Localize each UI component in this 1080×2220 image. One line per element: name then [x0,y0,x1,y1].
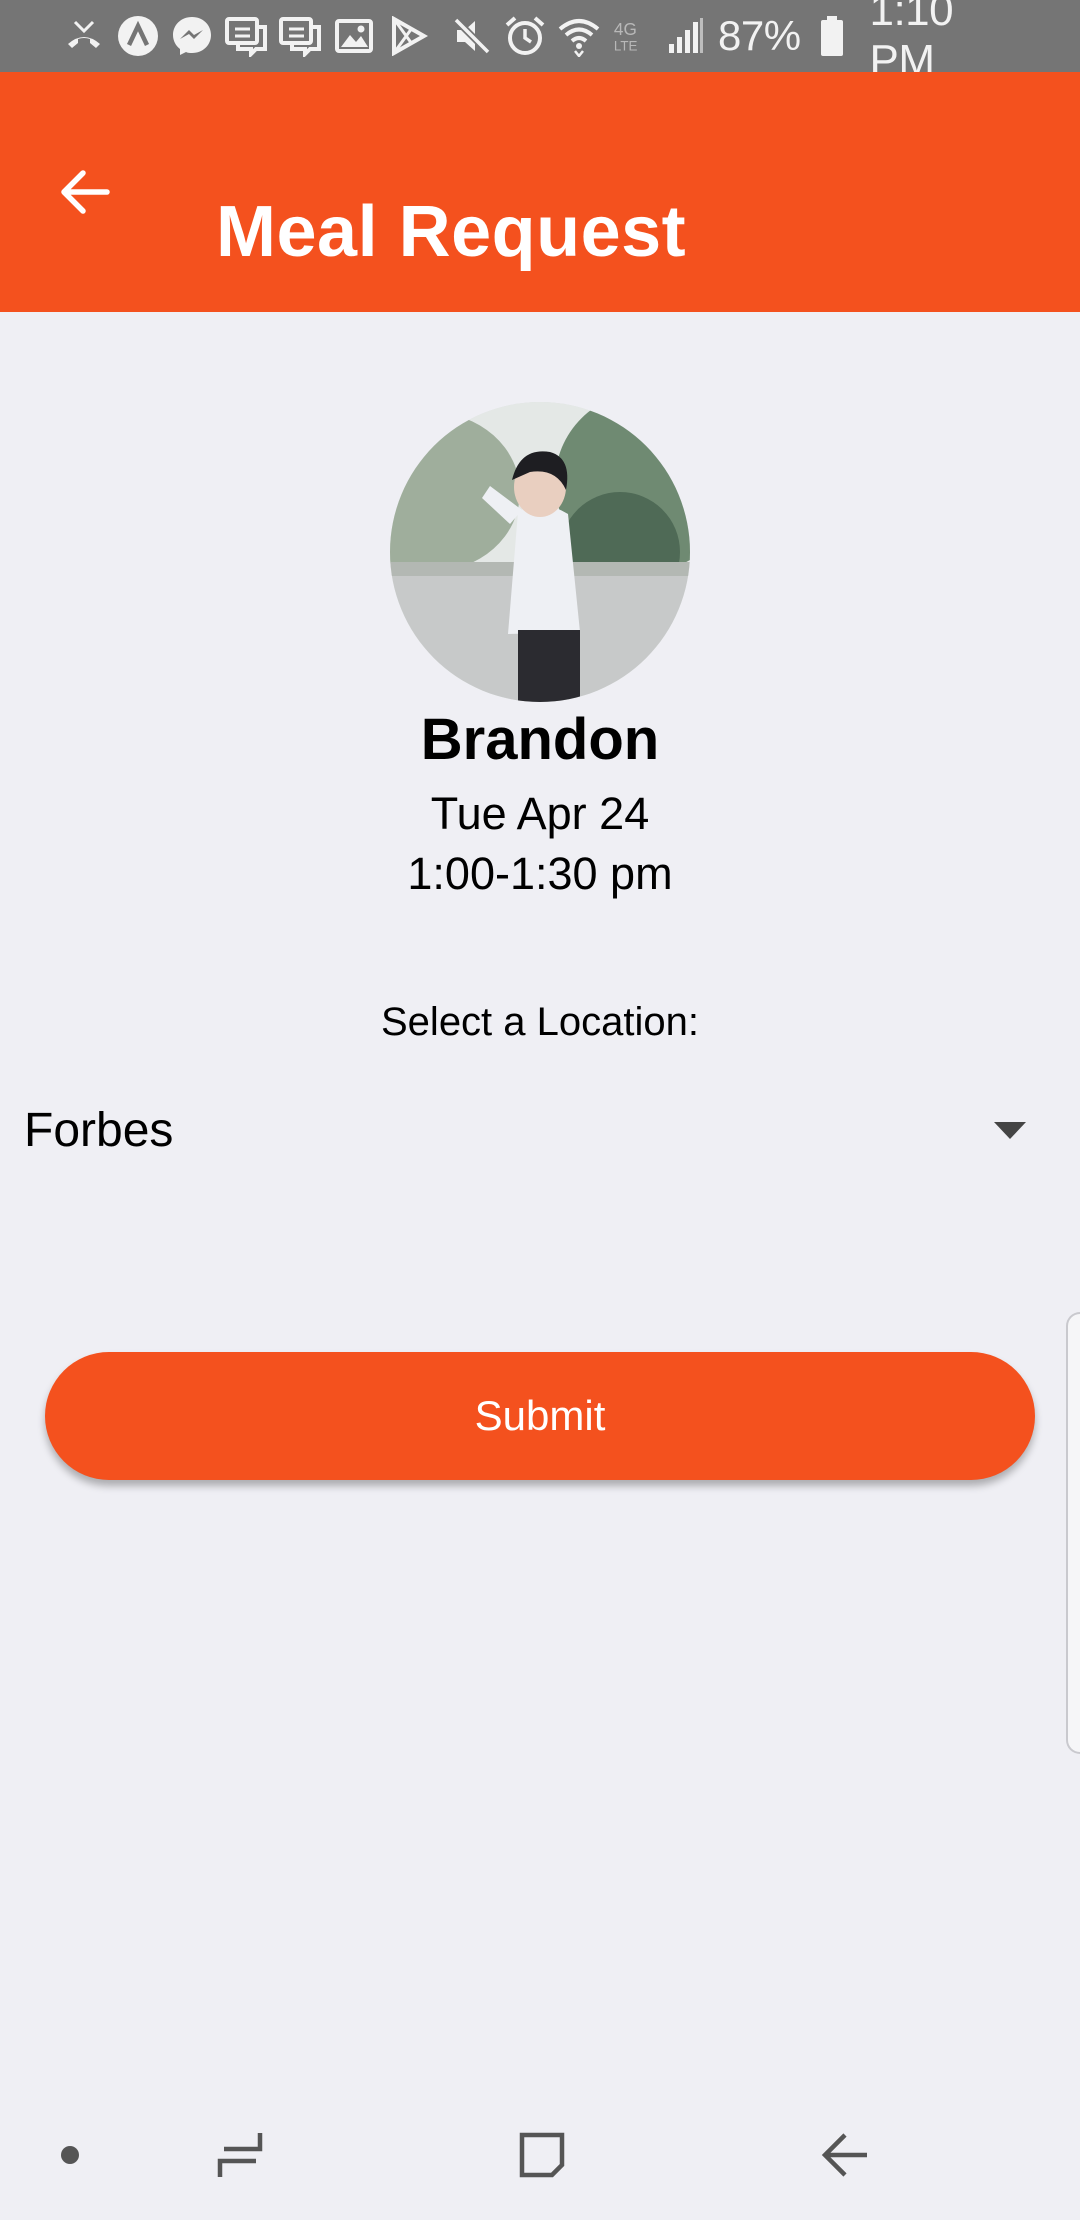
messenger-icon [170,14,214,58]
home-icon [519,2132,565,2178]
nav-dot-icon [61,2146,79,2164]
lte-icon: 4G LTE [612,15,654,57]
wifi-icon [558,15,600,57]
home-button[interactable] [502,2090,582,2220]
back-button[interactable] [52,160,116,224]
battery-icon [813,15,852,57]
back-icon [821,2133,867,2177]
avatar [390,402,690,702]
system-back-button[interactable] [805,2090,885,2220]
edge-panel-handle[interactable] [1066,1312,1080,1754]
person-name: Brandon [420,707,660,772]
status-bar: 4G LTE 87% 1:10 PM [0,0,1080,85]
svg-text:LTE: LTE [614,38,638,53]
signal-icon [666,15,706,57]
mute-icon [452,15,492,57]
location-selected-value: Forbes [24,1103,174,1157]
location-dropdown[interactable]: Forbes [0,1090,1080,1170]
battery-percent: 87% [718,12,801,59]
location-label: Select a Location: [381,1000,699,1044]
nav-dot-button[interactable] [40,2090,100,2220]
caret-down-icon [994,1121,1026,1139]
chat-icon [224,14,268,58]
chat-icon [278,14,322,58]
recent-apps-button[interactable] [200,2090,280,2220]
recent-apps-icon [217,2133,263,2177]
navigation-bar [0,2090,1080,2220]
app-a-icon [116,14,160,58]
meal-time-range: 1:00-1:30 pm [407,848,673,899]
notification-icons [62,0,440,72]
alarm-icon [504,15,546,57]
page-title: Meal Request [216,192,687,272]
play-store-icon [386,14,430,58]
arrow-left-icon [61,170,110,214]
meal-date: Tue Apr 24 [430,788,650,839]
system-indicators: 4G LTE 87% 1:10 PM [440,0,1018,85]
missed-call-icon [62,14,106,58]
svg-text:4G: 4G [614,19,637,39]
submit-button[interactable]: Submit [45,1352,1035,1480]
avatar-photo [390,402,690,702]
image-icon [332,14,376,58]
